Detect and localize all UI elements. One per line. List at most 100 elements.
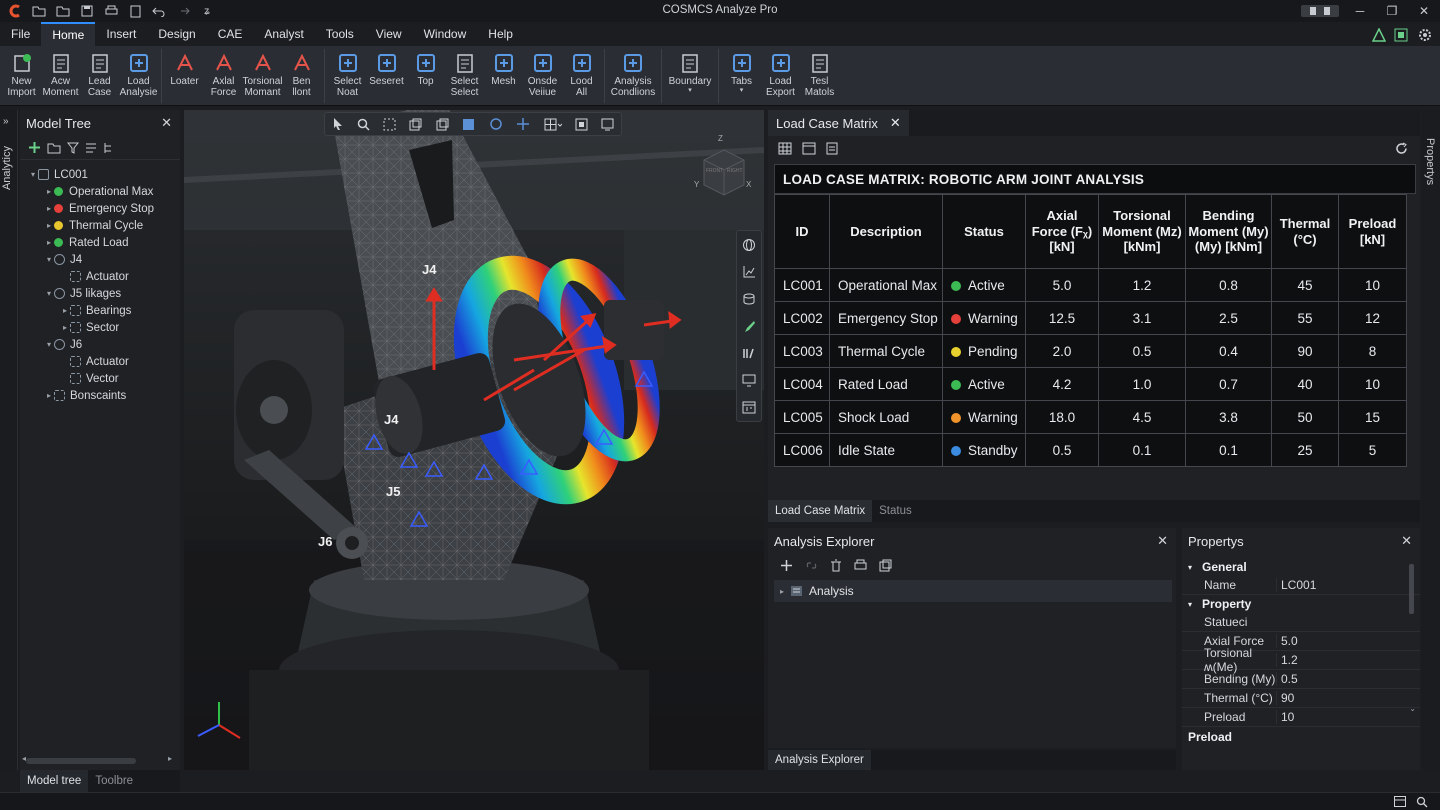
cell-status[interactable]: Warning [942, 301, 1026, 335]
ribbon-button-select-select[interactable]: Select Select [445, 46, 484, 98]
ribbon-button-load-analysis[interactable]: Load Analysie [119, 46, 158, 98]
tree-caret-icon[interactable]: ▸ [44, 238, 54, 247]
cell-therm[interactable]: 40 [1271, 367, 1339, 401]
property-row[interactable]: Statueci [1182, 613, 1420, 632]
open-folder-icon[interactable] [28, 1, 50, 21]
layout-toggle-icon[interactable] [1394, 796, 1406, 807]
cell-axial[interactable]: 2.0 [1025, 334, 1099, 368]
menu-help[interactable]: Help [477, 22, 524, 46]
tree-item[interactable]: Actuator [20, 268, 180, 285]
cell-id[interactable]: LC001 [774, 268, 830, 302]
search-icon[interactable] [1416, 796, 1428, 808]
cell-therm[interactable]: 50 [1271, 400, 1339, 434]
cell-pre[interactable]: 5 [1338, 433, 1407, 467]
cell-id[interactable]: LC002 [774, 301, 830, 335]
save-icon[interactable] [76, 1, 98, 21]
cell-bend[interactable]: 0.1 [1185, 433, 1272, 467]
zoom-fit-icon[interactable] [383, 118, 396, 131]
ribbon-button-top[interactable]: Top [406, 46, 445, 87]
tree-caret-icon[interactable]: ▸ [44, 221, 54, 230]
cell-desc[interactable]: Shock Load [829, 400, 943, 434]
ribbon-button-seseret[interactable]: Seseret [367, 46, 406, 87]
undo-icon[interactable] [148, 1, 170, 21]
brush-icon[interactable] [742, 319, 756, 333]
tree-item[interactable]: ▸ Bonscaints [20, 387, 180, 404]
ribbon-button-analysis-conditions[interactable]: Analysis Condlions [608, 46, 658, 98]
tree-structure-icon[interactable] [103, 142, 115, 154]
cell-tors[interactable]: 0.5 [1098, 334, 1186, 368]
property-row-name[interactable]: Name LC001 [1182, 576, 1420, 595]
minimize-button[interactable]: ─ [1344, 0, 1376, 22]
ribbon-button-onsde-value[interactable]: Onsde Veiiue [523, 46, 562, 98]
cell-desc[interactable]: Idle State [829, 433, 943, 467]
ribbon-button-test-materials[interactable]: Tesl Matols [800, 46, 839, 98]
tree-item[interactable]: ▸ Emergency Stop [20, 200, 180, 217]
customize-icon[interactable]: ʑ [196, 1, 218, 21]
ribbon-button-mesh[interactable]: Mesh [484, 46, 523, 87]
cell-status[interactable]: Pending [942, 334, 1026, 368]
tree-scrollbar[interactable] [26, 758, 136, 764]
cell-id[interactable]: LC003 [774, 334, 830, 368]
cell-tors[interactable]: 3.1 [1098, 301, 1186, 335]
table-row[interactable]: LC003 Thermal Cycle Pending 2.0 0.5 0.4 90 8 [774, 334, 1407, 368]
view-cube[interactable]: Z X Y FRONT RIGHT [694, 134, 754, 200]
menu-view[interactable]: View [365, 22, 413, 46]
cell-desc[interactable]: Emergency Stop [829, 301, 943, 335]
grid-view-icon[interactable] [544, 118, 562, 131]
add-icon[interactable] [28, 141, 41, 154]
cell-axial[interactable]: 5.0 [1025, 268, 1099, 302]
calendar-icon[interactable] [802, 142, 816, 155]
copy-icon[interactable] [879, 559, 892, 572]
table-row[interactable]: LC004 Rated Load Active 4.2 1.0 0.7 40 10 [774, 367, 1407, 401]
ribbon-button-tabs[interactable]: Tabs ▾ [722, 46, 761, 94]
link-icon[interactable] [805, 559, 818, 572]
cell-axial[interactable]: 0.5 [1025, 433, 1099, 467]
expand-caret-icon[interactable]: ▸ [774, 587, 790, 596]
ribbon-button-bending-moment[interactable]: Ben llont [282, 46, 321, 98]
table-row[interactable]: LC005 Shock Load Warning 18.0 4.5 3.8 50 15 [774, 400, 1407, 434]
cell-therm[interactable]: 90 [1271, 334, 1339, 368]
tree-item[interactable]: ▾ J5 likages [20, 285, 180, 302]
property-value[interactable]: 0.5 [1276, 672, 1420, 686]
tree-caret-icon[interactable]: ▸ [60, 323, 70, 332]
scroll-left-icon[interactable]: ◂ [22, 754, 26, 763]
cell-pre[interactable]: 12 [1338, 301, 1407, 335]
cell-therm[interactable]: 25 [1271, 433, 1339, 467]
cell-status[interactable]: Active [942, 367, 1026, 401]
close-icon[interactable]: ✕ [1401, 533, 1412, 549]
tree-caret-icon[interactable]: ▸ [44, 391, 54, 400]
tree-item[interactable]: ▸ Operational Max [20, 183, 180, 200]
chart-icon[interactable] [742, 265, 756, 279]
cell-desc[interactable]: Rated Load [829, 367, 943, 401]
cell-bend[interactable]: 0.4 [1185, 334, 1272, 368]
tree-item[interactable]: ▸ Bearings [20, 302, 180, 319]
cell-bend[interactable]: 0.8 [1185, 268, 1272, 302]
tab-status[interactable]: Status [872, 500, 919, 522]
cell-desc[interactable]: Thermal Cycle [829, 334, 943, 368]
properties-scrollbar[interactable] [1409, 564, 1414, 614]
cell-therm[interactable]: 55 [1271, 301, 1339, 335]
col-header-torsional-moment[interactable]: Torsional Moment (Mᴢ) [kNm] [1098, 194, 1186, 269]
property-value[interactable]: 1.2 [1276, 653, 1420, 667]
ribbon-button-new-import[interactable]: New Import [2, 46, 41, 98]
close-window-button[interactable]: ✕ [1408, 0, 1440, 22]
tree-caret-icon[interactable]: ▸ [44, 204, 54, 213]
tree-item[interactable]: ▾ J6 [20, 336, 180, 353]
tree-item[interactable]: ▾ LC001 [20, 166, 180, 183]
cell-tors[interactable]: 1.0 [1098, 367, 1186, 401]
tree-caret-icon[interactable]: ▾ [44, 340, 54, 349]
rotate-icon[interactable] [489, 117, 503, 131]
app-logo-icon[interactable] [4, 1, 26, 21]
close-icon[interactable]: ✕ [161, 115, 172, 131]
analysis-tree-item[interactable]: ▸ Analysis [774, 580, 1172, 602]
cell-tors[interactable]: 1.2 [1098, 268, 1186, 302]
scroll-down-icon[interactable]: ⌄ [1409, 704, 1416, 713]
tree-item[interactable]: Vector [20, 370, 180, 387]
ribbon-button-moment[interactable]: Acw Moment [41, 46, 80, 98]
print-icon[interactable] [854, 559, 867, 572]
tree-caret-icon[interactable]: ▸ [44, 187, 54, 196]
layout-icon[interactable] [1394, 28, 1410, 42]
add-icon[interactable] [780, 559, 793, 572]
list-icon[interactable] [85, 142, 97, 154]
tab-analysis-explorer[interactable]: Analysis Explorer [768, 750, 871, 770]
